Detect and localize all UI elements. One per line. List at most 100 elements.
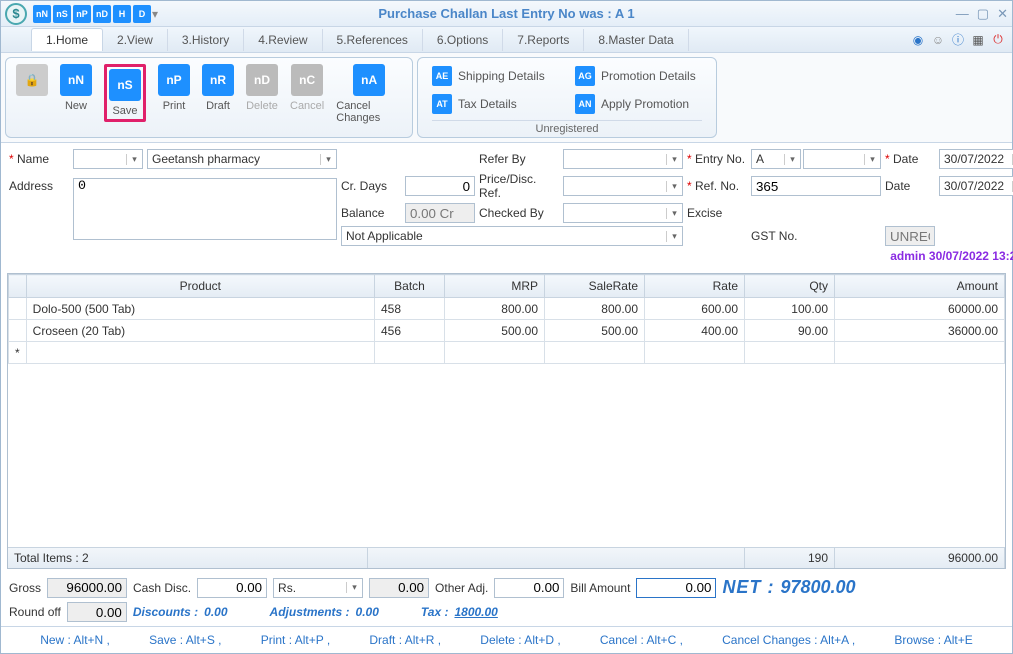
cashdisc-label: Cash Disc. [133,581,191,595]
qa-d-icon[interactable]: D [133,5,151,23]
tax-details-link[interactable]: ATTax Details [432,94,551,114]
pricedisc-input[interactable]: ▾ [563,176,683,196]
new-button[interactable]: nNNew [60,64,92,112]
total-items-label: Total Items : 2 [8,548,368,568]
col-mrp[interactable]: MRP [445,275,545,298]
tab-history[interactable]: 3.History [168,29,244,51]
roundoff-input [67,602,127,622]
tab-options[interactable]: 6.Options [423,29,503,51]
cancelchanges-button[interactable]: nACancel Changes [336,64,402,124]
otheradj-input[interactable] [494,578,564,598]
net-label: NET : [722,577,774,598]
footer-qty: 190 [745,548,835,568]
excise-input[interactable]: Not Applicable▾ [341,226,683,246]
excise-label: Excise [687,206,747,220]
new-row[interactable]: * [9,342,1005,364]
tab-references[interactable]: 5.References [323,29,423,51]
form-header: Name ▾ Geetansh pharmacy▾ Refer By ▾ Ent… [1,143,1012,269]
col-amount[interactable]: Amount [835,275,1005,298]
promotion-details-link[interactable]: AGPromotion Details [575,66,702,86]
shortcut-hint: Draft : Alt+R , [369,633,441,647]
shortcut-hint: Print : Alt+P , [261,633,330,647]
qa-print-icon[interactable]: nP [73,5,91,23]
menu-bar: 1.Home 2.View 3.History 4.Review 5.Refer… [1,27,1012,53]
window-title: Purchase Challan Last Entry No was : A 1 [378,6,634,21]
qa-h-icon[interactable]: H [113,5,131,23]
referby-input[interactable]: ▾ [563,149,683,169]
shipping-details-link[interactable]: AEShipping Details [432,66,551,86]
save-button[interactable]: nSSave [109,69,141,117]
discounts-label: Discounts : [133,605,198,619]
gstno-input [885,226,935,246]
address-input[interactable]: 0 [73,178,337,240]
print-button[interactable]: nPPrint [158,64,190,112]
tab-reports[interactable]: 7.Reports [503,29,584,51]
date1-input[interactable]: 30/07/2022▾ [939,149,1013,169]
net-value: 97800.00 [780,577,855,598]
col-product[interactable]: Product [26,275,374,298]
entryno-input[interactable]: ▾ [803,149,881,169]
qa-dropdown-icon[interactable]: ▾ [153,5,157,23]
tab-home[interactable]: 1.Home [31,28,103,51]
tab-view[interactable]: 2.View [103,29,168,51]
delete-button: nDDelete [246,64,278,112]
ribbon: 🔒 nNNew nSSave nPPrint nRDraft nDDelete nCCan… [1,53,1012,143]
name-code-input[interactable]: ▾ [73,149,143,169]
qa-new-icon[interactable]: nN [33,5,51,23]
tab-masterdata[interactable]: 8.Master Data [584,29,688,51]
gstno-label: GST No. [751,229,881,243]
items-grid[interactable]: ProductBatchMRPSaleRateRateQtyAmount Dol… [7,273,1006,569]
maximize-icon[interactable]: ▢ [977,6,989,22]
shortcut-hint: Cancel : Alt+C , [600,633,683,647]
draft-button[interactable]: nRDraft [202,64,234,112]
rs-dropdown[interactable]: Rs.▾ [273,578,363,598]
shortcut-hint: Browse : Alt+E [894,633,972,647]
apply-promotion-link[interactable]: ANApply Promotion [575,94,702,114]
shortcut-hint: New : Alt+N , [40,633,110,647]
qa-draft-icon[interactable]: nD [93,5,111,23]
tax-label: Tax : [421,605,449,619]
user-icon[interactable]: ☺ [930,32,946,48]
minimize-icon[interactable]: — [956,6,969,22]
refno-input[interactable] [751,176,881,196]
crdays-input[interactable] [405,176,475,196]
shortcut-hint: Save : Alt+S , [149,633,221,647]
col-batch[interactable]: Batch [375,275,445,298]
gross-input [47,578,127,598]
cancel-button: nCCancel [290,64,324,112]
settings-icon[interactable]: ▦ [970,32,986,48]
qa-save-icon[interactable]: nS [53,5,71,23]
shortcut-hint: Delete : Alt+D , [480,633,560,647]
admin-stamp: admin 30/07/2022 13:24 [687,249,1013,263]
ribbon-footer-label: Unregistered [432,120,702,135]
discounts-value: 0.00 [204,605,227,619]
shortcut-hint: Cancel Changes : Alt+A , [722,633,855,647]
billamt-input[interactable] [636,578,716,598]
balance-label: Balance [341,206,401,220]
date1-label: Date [885,152,935,166]
footer-amount: 96000.00 [835,548,1005,568]
close-icon[interactable]: ✕ [997,6,1008,22]
tax-value[interactable]: 1800.00 [454,605,497,619]
entryno-prefix[interactable]: A▾ [751,149,801,169]
cashdisc-input[interactable] [197,578,267,598]
info-icon[interactable]: ⓘ [950,32,966,48]
lock-icon: 🔒 [16,64,48,112]
grid-footer: Total Items : 2 190 96000.00 [8,547,1005,568]
tab-review[interactable]: 4.Review [244,29,322,51]
help-icon[interactable]: ◉ [910,32,926,48]
shortcut-bar: New : Alt+N , Save : Alt+S , Print : Alt+P… [1,626,1012,653]
checkedby-input[interactable]: ▾ [563,203,683,223]
title-bar: $ nN nS nP nD H D ▾ Purchase Challan Las… [1,1,1012,27]
date2-input[interactable]: 30/07/2022▾ [939,176,1013,196]
table-row[interactable]: Dolo-500 (500 Tab)458800.00800.00600.001… [9,298,1005,320]
date2-label: Date [885,179,935,193]
col-rate[interactable]: Rate [645,275,745,298]
name-value-input[interactable]: Geetansh pharmacy▾ [147,149,337,169]
col-salerate[interactable]: SaleRate [545,275,645,298]
col-qty[interactable]: Qty [745,275,835,298]
table-row[interactable]: Croseen (20 Tab)456500.00500.00400.0090.… [9,320,1005,342]
checkedby-label: Checked By [479,206,559,220]
quick-access-toolbar: nN nS nP nD H D ▾ [33,5,157,23]
exit-icon[interactable]: ⏻ [990,32,1006,48]
